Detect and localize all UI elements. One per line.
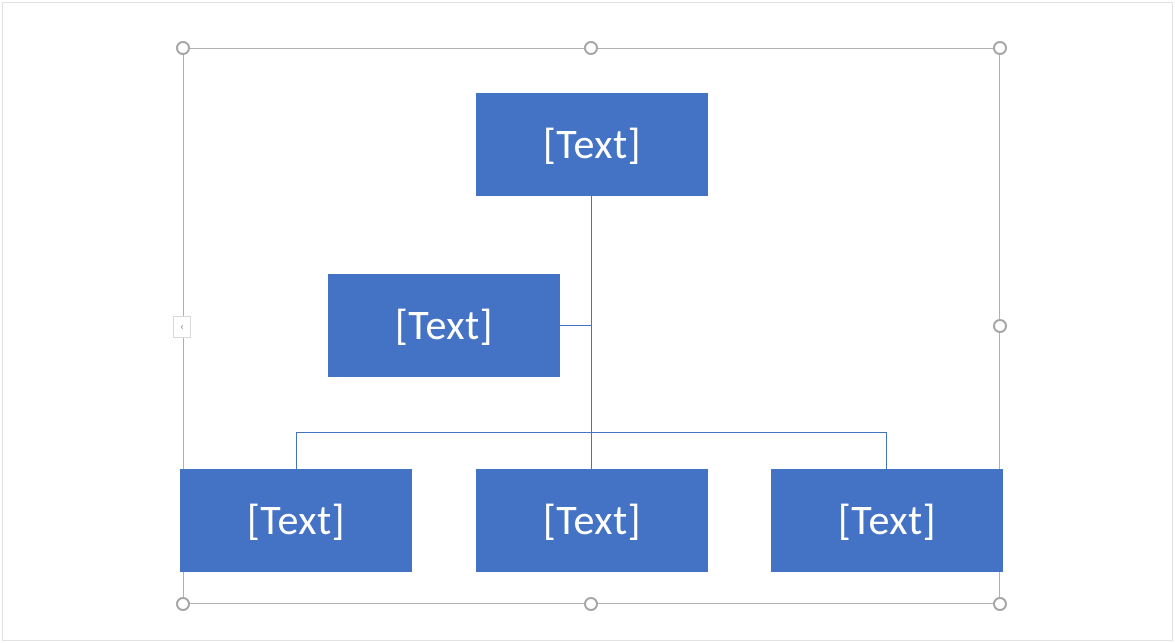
selection-handle-bottom-left[interactable] — [176, 597, 190, 611]
org-node-child-left[interactable]: [Text] — [180, 469, 412, 572]
connector-child-right-drop — [886, 432, 887, 469]
org-node-root[interactable]: [Text] — [476, 93, 708, 196]
selection-handle-bottom-right[interactable] — [993, 597, 1007, 611]
connector-child-mid-drop — [591, 432, 592, 469]
diagram-canvas: ‹ [Text] [Text] [Text] [Text] [Text] — [0, 0, 1175, 643]
org-node-assistant[interactable]: [Text] — [328, 274, 560, 377]
selection-handle-top-right[interactable] — [993, 41, 1007, 55]
selection-handle-middle-right[interactable] — [993, 319, 1007, 333]
org-node-child-middle[interactable]: [Text] — [476, 469, 708, 572]
selection-handle-top-left[interactable] — [176, 41, 190, 55]
selection-handle-top-middle[interactable] — [584, 41, 598, 55]
org-node-child-right-label: [Text] — [838, 495, 936, 546]
org-node-child-middle-label: [Text] — [543, 495, 641, 546]
connector-assistant-horizontal — [557, 325, 592, 326]
text-pane-toggle[interactable]: ‹ — [173, 316, 191, 338]
selection-handle-bottom-middle[interactable] — [584, 597, 598, 611]
connector-root-vertical — [591, 196, 592, 432]
org-node-assistant-label: [Text] — [395, 300, 493, 351]
connector-child-left-drop — [296, 432, 297, 469]
org-node-root-label: [Text] — [543, 119, 641, 170]
org-node-child-left-label: [Text] — [247, 495, 345, 546]
org-node-child-right[interactable]: [Text] — [771, 469, 1003, 572]
